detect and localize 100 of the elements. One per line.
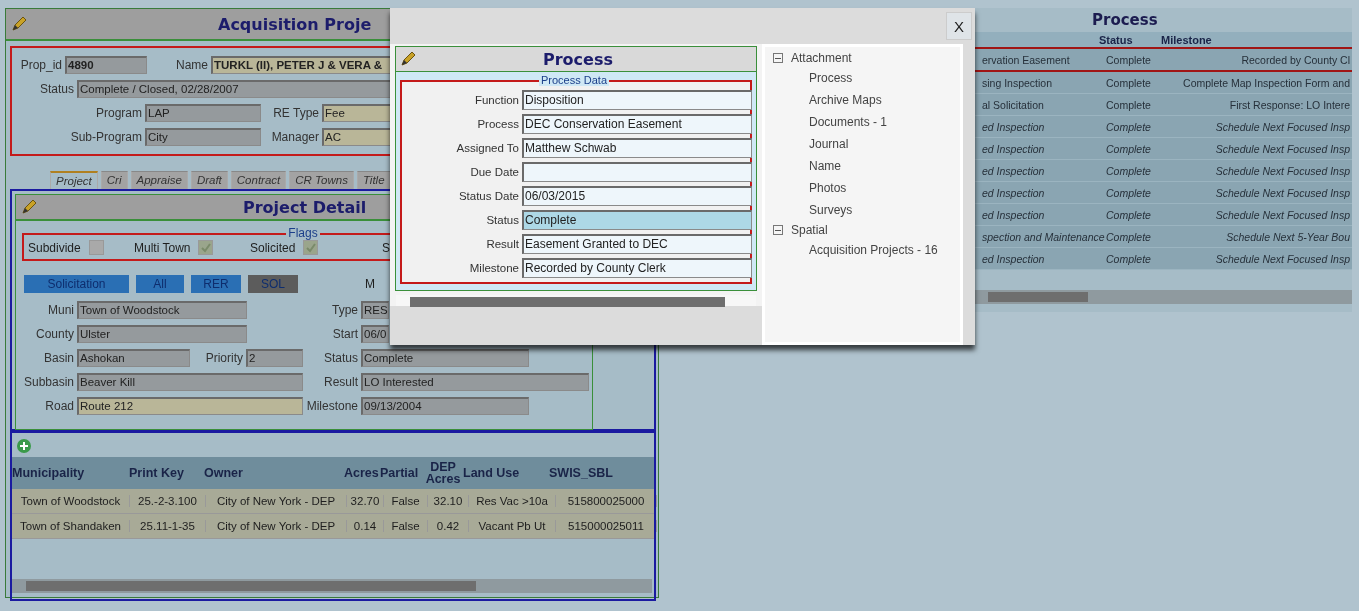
- column-header[interactable]: DEP Acres: [423, 461, 463, 485]
- column-header[interactable]: Status: [1099, 33, 1157, 46]
- table-cell: Town of Shandaken: [12, 520, 130, 532]
- input-field[interactable]: Ashokan: [77, 349, 190, 367]
- table-row[interactable]: ed Inspection Complete Schedule Next Focused Insp: [974, 116, 1352, 138]
- horizontal-scrollbar[interactable]: [974, 290, 1352, 304]
- field-label: County: [34, 327, 74, 341]
- table-row[interactable]: spection and MaintenanceComplete Schedule Next 5-Year Bou: [974, 226, 1352, 248]
- column-header[interactable]: Land Use: [463, 467, 549, 479]
- input-field[interactable]: Disposition: [522, 90, 752, 110]
- table-cell-text: Complete: [1105, 98, 1152, 111]
- checkbox[interactable]: [198, 240, 214, 255]
- table-cell-text: ed Inspection: [981, 120, 1046, 133]
- table-cell-text: Schedule Next Focused Insp: [1214, 208, 1351, 221]
- tab[interactable]: Contract: [230, 171, 287, 189]
- input-field[interactable]: RES: [361, 301, 389, 319]
- tree-item[interactable]: Documents - 1: [809, 113, 952, 131]
- column-header[interactable]: Partial: [380, 467, 423, 479]
- input-field[interactable]: Ulster: [77, 325, 247, 343]
- pencil-icon[interactable]: [10, 15, 28, 33]
- panel-title: Process: [1092, 10, 1159, 31]
- input-field[interactable]: DEC Conservation Easement: [522, 114, 752, 134]
- collapse-icon[interactable]: [773, 53, 783, 63]
- table-row[interactable]: ed Inspection Complete Schedule Next Focused Insp: [974, 182, 1352, 204]
- horizontal-scrollbar[interactable]: [12, 579, 652, 593]
- table-row[interactable]: Town of Shandaken 25.11-1-35 City of New York - DEP 0.14 False 0.42 Vacant Pb Ut 515000025011: [12, 514, 654, 539]
- field-label: Type: [331, 303, 358, 317]
- input-field[interactable]: [522, 162, 752, 182]
- table-row[interactable]: ed Inspection Complete Schedule Next Focused Insp: [974, 160, 1352, 182]
- collapse-icon[interactable]: [773, 225, 783, 235]
- input-field[interactable]: Complete: [522, 210, 752, 230]
- checkbox[interactable]: [303, 240, 319, 255]
- input-field[interactable]: 09/13/2004: [361, 397, 529, 415]
- table-cell-text: ed Inspection: [981, 208, 1046, 221]
- input-field[interactable]: Route 212: [77, 397, 303, 415]
- field-label: Result: [485, 238, 519, 250]
- tab[interactable]: CR Towns: [289, 171, 354, 189]
- table-cell: 515000025011: [556, 520, 657, 532]
- input-field[interactable]: 06/0: [361, 325, 389, 343]
- field-label: Priority: [204, 351, 243, 365]
- tree-item[interactable]: Process: [809, 69, 952, 87]
- pencil-icon[interactable]: [399, 50, 417, 68]
- tree-item[interactable]: Acquisition Projects - 16: [809, 241, 952, 259]
- tree-item[interactable]: Photos: [809, 179, 952, 197]
- add-icon[interactable]: [17, 439, 31, 453]
- table-row[interactable]: ervation Easement Complete Recorded by County Cl: [974, 49, 1352, 72]
- table-cell-text: Schedule Next Focused Insp: [1214, 164, 1351, 177]
- tab[interactable]: Title: [356, 171, 391, 189]
- tab[interactable]: Cri: [100, 171, 128, 189]
- table-cell-text: ed Inspection: [981, 142, 1046, 155]
- field-label: Manager: [270, 130, 319, 144]
- field-label: M: [365, 277, 375, 291]
- table-cell: City of New York - DEP: [206, 495, 347, 507]
- table-row[interactable]: ed Inspection Complete Schedule Next Focused Insp: [974, 204, 1352, 226]
- table-cell-text: al Solicitation: [981, 98, 1045, 111]
- input-field[interactable]: Beaver Kill: [77, 373, 303, 391]
- field-label: Basin: [42, 351, 74, 365]
- table-cell-text: Schedule Next 5-Year Bou: [1225, 230, 1351, 243]
- input-field[interactable]: Matthew Schwab: [522, 138, 752, 158]
- field-label: Name: [175, 58, 208, 72]
- input-field[interactable]: Town of Woodstock: [77, 301, 247, 319]
- input-field[interactable]: Recorded by County Clerk: [522, 258, 752, 278]
- input-field[interactable]: LAP: [145, 104, 261, 122]
- field-label: Result: [323, 375, 358, 389]
- input-field[interactable]: 2: [246, 349, 303, 367]
- table-row[interactable]: ed Inspection Complete Schedule Next Focused Insp: [974, 248, 1352, 270]
- column-header[interactable]: Milestone: [1157, 33, 1351, 46]
- tree-item[interactable]: Surveys: [809, 201, 952, 219]
- close-button[interactable]: X: [946, 12, 972, 40]
- input-field[interactable]: Complete: [361, 349, 529, 367]
- tab[interactable]: Draft: [190, 171, 228, 189]
- table-cell-text: ed Inspection: [981, 186, 1046, 199]
- tree-group-label: Attachment: [791, 51, 852, 65]
- column-header[interactable]: Print Key: [129, 467, 204, 479]
- input-field[interactable]: 06/03/2015: [522, 186, 752, 206]
- table-row[interactable]: Town of Woodstock 25.-2-3.100 City of New York - DEP 32.70 False 32.10 Res Vac >10a 515800025000: [12, 489, 654, 514]
- input-field[interactable]: Easement Granted to DEC: [522, 234, 752, 254]
- tab[interactable]: Project: [50, 171, 98, 189]
- column-header[interactable]: Owner: [204, 467, 344, 479]
- input-field[interactable]: LO Interested: [361, 373, 589, 391]
- column-header[interactable]: Municipality: [12, 467, 129, 479]
- input-field[interactable]: City: [145, 128, 261, 146]
- pencil-icon[interactable]: [20, 198, 38, 216]
- tree-item[interactable]: Archive Maps: [809, 91, 952, 109]
- input-field[interactable]: 4890: [65, 56, 147, 74]
- field-label: Muni: [47, 303, 74, 317]
- table-row[interactable]: al Solicitation Complete First Response: LO Intere: [974, 94, 1352, 116]
- table-row[interactable]: ed Inspection Complete Schedule Next Focused Insp: [974, 138, 1352, 160]
- tab[interactable]: Appraise: [130, 171, 188, 189]
- table-cell: 0.14: [347, 520, 384, 532]
- table-cell-text: Complete: [1105, 208, 1152, 221]
- column-header[interactable]: Acres: [344, 467, 380, 479]
- column-header[interactable]: SWIS_SBL: [549, 467, 649, 479]
- tree-group-label: Spatial: [791, 223, 828, 237]
- tree-item[interactable]: Journal: [809, 135, 952, 153]
- checkbox[interactable]: [88, 240, 104, 255]
- table-cell-text: Complete: [1105, 53, 1152, 66]
- horizontal-scrollbar[interactable]: [396, 295, 756, 306]
- table-row[interactable]: sing Inspection Complete Complete Map Inspection Form and: [974, 72, 1352, 94]
- tree-item[interactable]: Name: [809, 157, 952, 175]
